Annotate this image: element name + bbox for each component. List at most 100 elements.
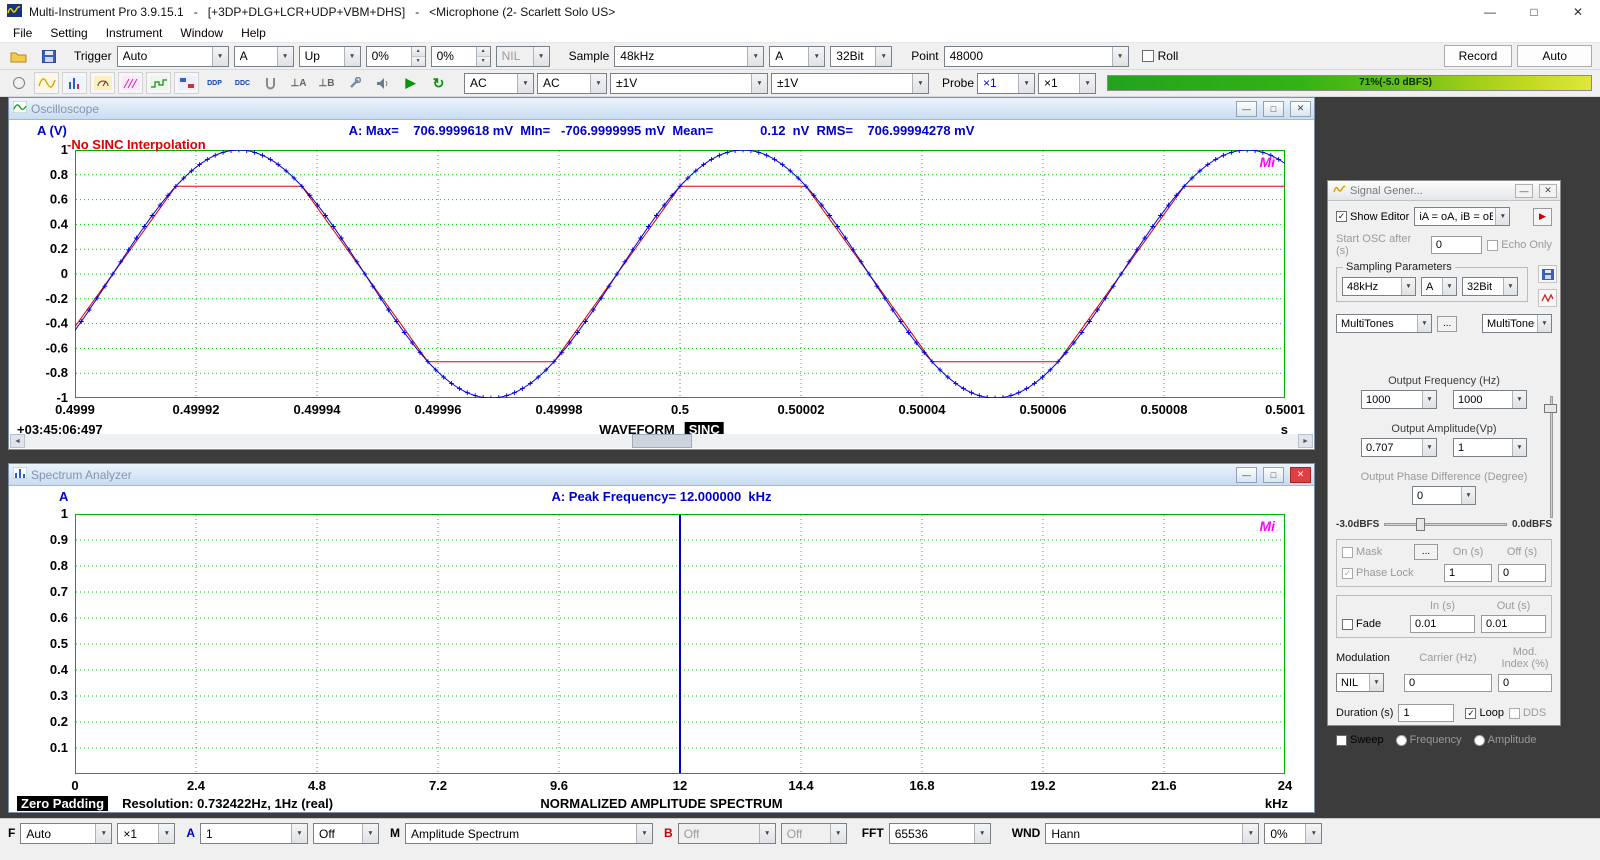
phase-lock-on-input[interactable]: 1 [1444, 564, 1492, 582]
amplitude-vertical-slider[interactable] [1544, 396, 1558, 518]
mask-checkbox[interactable]: Mask [1342, 546, 1408, 558]
duration-input[interactable]: 1 [1398, 704, 1454, 722]
menu-window[interactable]: Window [171, 25, 232, 41]
spectrum-3d-icon[interactable] [118, 72, 143, 94]
close-button[interactable]: ✕ [1539, 184, 1557, 198]
dds-signal-icon[interactable] [1538, 289, 1557, 307]
waveform-browse-button[interactable]: ... [1437, 316, 1457, 332]
record-button[interactable]: Record [1444, 45, 1513, 67]
menu-setting[interactable]: Setting [41, 25, 96, 41]
sweep-checkbox[interactable]: Sweep [1336, 734, 1384, 746]
auto-scale-button[interactable]: Auto [1517, 45, 1592, 67]
fade-out-input[interactable]: 0.01 [1481, 615, 1546, 633]
sample-rate-select[interactable]: 48kHz▼ [614, 46, 764, 67]
phase-lock-checkbox[interactable]: ✓Phase Lock [1342, 567, 1438, 579]
amplitude-a-select[interactable]: 0.707▼ [1361, 438, 1437, 457]
signal-generator-titlebar[interactable]: Signal Gener... — ✕ [1328, 181, 1560, 201]
maximize-button[interactable]: □ [1263, 101, 1284, 117]
device-test-plan-icon[interactable] [174, 72, 199, 94]
scroll-right-icon[interactable]: ► [1298, 434, 1313, 448]
data-logger-icon[interactable] [146, 72, 171, 94]
phase-lock-off-input[interactable]: 0 [1498, 564, 1546, 582]
sweep-amplitude-radio[interactable]: Amplitude [1474, 734, 1537, 746]
dds-checkbox[interactable]: DDS [1509, 707, 1546, 719]
monitor-icon[interactable] [6, 72, 31, 94]
coupling-a-select[interactable]: AC▼ [464, 73, 534, 94]
spectrum-titlebar[interactable]: Spectrum Analyzer — □ ✕ [9, 464, 1314, 486]
spin-up-icon[interactable]: ▲ [476, 47, 490, 56]
close-button[interactable]: ✕ [1290, 101, 1311, 117]
b-gain-select[interactable]: Off▼ [678, 823, 776, 844]
ddc-icon[interactable]: DDC [230, 72, 255, 94]
slider-handle[interactable] [1416, 518, 1425, 531]
slider-handle[interactable] [1544, 404, 1557, 413]
oscilloscope-icon[interactable] [34, 72, 59, 94]
a-gain-select[interactable]: 1▼ [200, 823, 308, 844]
carrier-input[interactable]: 0 [1404, 674, 1492, 692]
fade-checkbox[interactable]: Fade [1342, 618, 1404, 630]
mask-browse-button[interactable]: ... [1414, 544, 1438, 560]
frequency-b-select[interactable]: 1000▼ [1453, 390, 1527, 409]
scroll-track[interactable] [25, 434, 1298, 448]
waveform-b-select[interactable]: MultiTones▼ [1482, 314, 1552, 333]
minimize-button[interactable]: — [1236, 101, 1257, 117]
spin-down-icon[interactable]: ▼ [476, 56, 490, 66]
window-function-select[interactable]: Hann▼ [1045, 823, 1259, 844]
routing-select[interactable]: iA = oA, iB = oB▼ [1414, 207, 1510, 226]
calibration-wrench-icon[interactable] [342, 72, 367, 94]
roll-checkbox[interactable]: Roll [1142, 49, 1179, 63]
trigger-mode-select[interactable]: Auto▼ [117, 46, 229, 67]
view-mode-select[interactable]: Amplitude Spectrum▼ [405, 823, 653, 844]
reference-a-icon[interactable]: ⊥A [286, 72, 311, 94]
scroll-left-icon[interactable]: ◄ [10, 434, 25, 448]
menu-file[interactable]: File [4, 25, 41, 41]
fft-size-select[interactable]: 65536▼ [889, 823, 991, 844]
amplitude-b-select[interactable]: 1▼ [1453, 438, 1527, 457]
gen-channel-select[interactable]: A▼ [1421, 277, 1457, 296]
save-signal-button[interactable] [1538, 265, 1557, 283]
spectrum-analyzer-icon[interactable] [62, 72, 87, 94]
menu-instrument[interactable]: Instrument [97, 25, 172, 41]
scroll-thumb[interactable] [632, 434, 692, 448]
phase-difference-select[interactable]: 0▼ [1412, 486, 1476, 505]
sample-channel-select[interactable]: A▼ [769, 46, 825, 67]
show-editor-checkbox[interactable]: ✓Show Editor [1336, 211, 1409, 223]
gen-sample-rate-select[interactable]: 48kHz▼ [1342, 277, 1416, 296]
pre-trigger-input[interactable]: 0%▲▼ [431, 46, 491, 67]
spin-up-icon[interactable]: ▲ [411, 47, 425, 56]
multimeter-icon[interactable] [90, 72, 115, 94]
minimize-button[interactable]: — [1515, 184, 1533, 198]
frequency-a-select[interactable]: 1000▼ [1361, 390, 1437, 409]
b-processing-select[interactable]: Off▼ [781, 823, 847, 844]
overlap-select[interactable]: 0%▼ [1264, 823, 1322, 844]
probe-a-select[interactable]: ×1▼ [977, 73, 1035, 94]
dbfs-slider[interactable] [1384, 517, 1507, 531]
point-count-select[interactable]: 48000▼ [944, 46, 1129, 67]
speaker-icon[interactable] [370, 72, 395, 94]
coupling-b-select[interactable]: AC▼ [537, 73, 607, 94]
trigger-filter-select[interactable]: NIL▼ [496, 46, 550, 67]
maximize-button[interactable]: □ [1263, 467, 1284, 483]
save-button[interactable] [36, 45, 61, 67]
sweep-frequency-radio[interactable]: Frequency [1396, 734, 1462, 746]
close-button[interactable]: ✕ [1556, 0, 1600, 24]
waveform-a-select[interactable]: MultiTones▼ [1336, 314, 1432, 333]
loop-checkbox[interactable]: ✓Loop [1465, 707, 1503, 719]
close-button[interactable]: ✕ [1290, 467, 1311, 483]
frequency-mode-select[interactable]: Auto▼ [20, 823, 112, 844]
gen-bit-depth-select[interactable]: 32Bit▼ [1462, 277, 1518, 296]
trigger-level-input[interactable]: 0%▲▼ [366, 46, 426, 67]
menu-help[interactable]: Help [232, 25, 275, 41]
trigger-edge-select[interactable]: Up▼ [299, 46, 361, 67]
fade-in-input[interactable]: 0.01 [1410, 615, 1475, 633]
minimize-button[interactable]: — [1468, 0, 1512, 24]
start-osc-input[interactable]: 0 [1431, 236, 1482, 254]
minimize-button[interactable]: — [1236, 467, 1257, 483]
mod-index-input[interactable]: 0 [1498, 674, 1552, 692]
generator-run-button[interactable]: ▶ [1533, 208, 1552, 226]
probe-b-select[interactable]: ×1▼ [1038, 73, 1096, 94]
oscilloscope-hscrollbar[interactable]: ◄ ► [10, 434, 1313, 448]
run-play-icon[interactable]: ▶ [398, 72, 423, 94]
hold-probe-icon[interactable] [258, 72, 283, 94]
trigger-source-select[interactable]: A▼ [234, 46, 294, 67]
